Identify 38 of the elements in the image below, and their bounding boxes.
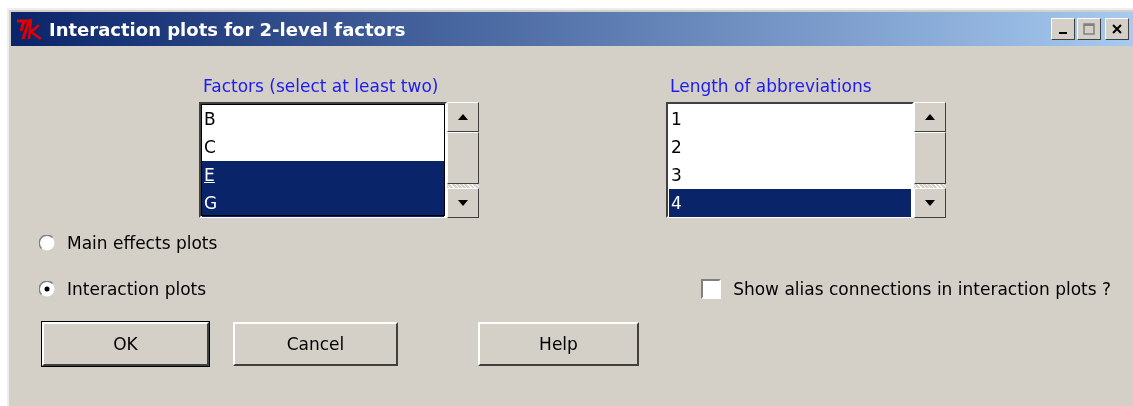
dialog-button[interactable]: Cancel — [233, 322, 398, 366]
list-item[interactable]: 4 — [669, 189, 911, 217]
list-item[interactable]: 2 — [669, 133, 911, 161]
up-arrow-icon — [457, 113, 469, 121]
list-label: Length of abbreviations — [669, 76, 873, 98]
close-icon — [1111, 23, 1123, 35]
list-item[interactable]: B — [202, 105, 444, 133]
scroll-up-button[interactable] — [914, 102, 946, 132]
down-arrow-icon — [457, 199, 469, 207]
scroll-thumb[interactable] — [914, 132, 946, 184]
checkbox[interactable] — [701, 279, 722, 299]
scroll-up-button[interactable] — [447, 102, 479, 132]
scroll-down-button[interactable] — [447, 188, 479, 218]
radio-button[interactable] — [39, 281, 55, 297]
radio-label: Interaction plots — [67, 279, 207, 299]
maximize-button[interactable] — [1077, 18, 1101, 40]
list-item[interactable]: E — [202, 161, 444, 189]
up-arrow-icon — [924, 113, 936, 121]
list-item[interactable]: C — [202, 133, 444, 161]
dialog-button[interactable]: Help — [478, 322, 639, 366]
radio-label: Main effects plots — [67, 233, 218, 253]
dialog-button[interactable]: OK — [42, 322, 209, 366]
scroll-thumb[interactable] — [447, 132, 479, 184]
checkbox-label: Show alias connections in interaction plots ? — [733, 279, 1111, 299]
maximize-icon — [1083, 23, 1095, 35]
scroll-down-button[interactable] — [914, 188, 946, 218]
close-button[interactable] — [1105, 18, 1129, 40]
scrollbar[interactable] — [914, 102, 946, 218]
minimize-button[interactable] — [1051, 18, 1075, 40]
scrollbar[interactable] — [447, 102, 479, 218]
list-item[interactable]: 1 — [669, 105, 911, 133]
radio-button[interactable] — [39, 235, 55, 251]
window-title: Interaction plots for 2-level factors — [49, 18, 407, 40]
list-item[interactable]: 3 — [669, 161, 911, 189]
down-arrow-icon — [924, 199, 936, 207]
minimize-icon — [1059, 32, 1067, 34]
list-label: Factors (select at least two) — [202, 76, 440, 98]
list-item[interactable]: G — [202, 189, 444, 217]
